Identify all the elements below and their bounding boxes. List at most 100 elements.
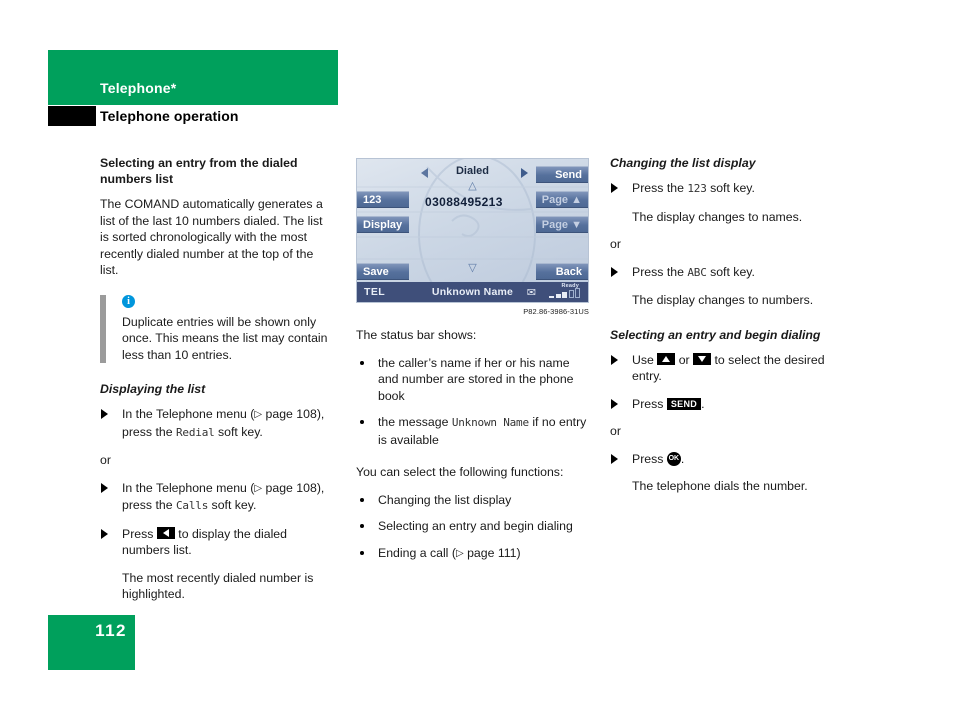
step-triangle-icon <box>611 354 618 365</box>
step-triangle-icon <box>611 266 618 277</box>
page-ref-triangle-icon: ▷ <box>254 409 263 420</box>
list-item-text-a: the message <box>378 415 452 429</box>
functions-lead: You can select the following functions: <box>356 465 564 479</box>
subheading-changing-list-display: Changing the list display <box>610 156 756 170</box>
subheading-displaying-the-list: Displaying the list <box>100 382 206 396</box>
column-right: Changing the list display Press the 123 … <box>610 155 850 506</box>
bullet-dot-icon <box>360 420 364 424</box>
section-title: Telephone operation <box>100 108 239 124</box>
step-text-b: soft key. <box>706 264 755 279</box>
intro-paragraph: The COMAND automatically generates a lis… <box>100 197 323 277</box>
step-text-a: Press <box>632 396 667 411</box>
status-bar-lead: The status bar shows: <box>356 328 477 342</box>
dialed-number-entry[interactable]: 03088495213 <box>425 195 503 209</box>
bullet-dot-icon <box>360 497 364 502</box>
step-press-send: Press SEND. <box>610 396 850 413</box>
display-status-bar: TEL Unknown Name ✉ Ready <box>357 282 588 302</box>
bullet-dot-icon <box>360 550 364 555</box>
step-press-123: Press the 123 soft key. <box>610 180 850 198</box>
comand-display-screenshot: Dialed △ ▽ 03088495213 123 Display Save … <box>356 158 589 303</box>
or-connector-2: or <box>610 237 621 251</box>
page-number: 112 <box>95 621 127 640</box>
page-ref: page 108 <box>265 480 317 495</box>
step-triangle-icon <box>101 528 108 539</box>
ok-key-icon <box>666 451 681 466</box>
page-footer-banner: 112 <box>48 615 135 670</box>
chapter-title: Telephone* <box>100 80 177 96</box>
step-text-b: . <box>701 396 705 411</box>
note-accent-bar <box>100 294 106 363</box>
softkey-name-calls: Calls <box>176 499 209 512</box>
note-text: Duplicate entries will be shown only onc… <box>122 314 328 362</box>
manual-page: Telephone* Telephone operation Selecting… <box>0 0 954 716</box>
softkey-save[interactable]: Save <box>357 263 409 280</box>
step-text-a: Use <box>632 352 658 367</box>
step-triangle-icon <box>611 183 618 193</box>
softkey-page-down[interactable]: Page ▼ <box>536 216 588 233</box>
column-left: Selecting an entry from the dialed numbe… <box>100 155 332 614</box>
page-ref: page 108 <box>265 407 317 421</box>
softkey-name-123: 123 <box>687 182 707 195</box>
softkey-name-abc: ABC <box>687 265 707 279</box>
step-result-dials: The telephone dials the number. <box>632 479 808 493</box>
section-marker-block <box>48 106 96 126</box>
page-title: Selecting an entry from the dialed numbe… <box>100 156 298 186</box>
softkey-123[interactable]: 123 <box>357 191 409 208</box>
up-arrow-key-icon <box>657 352 676 365</box>
step-text-a: Press <box>122 526 157 541</box>
subheading-selecting-entry-dialing: Selecting an entry and begin dialing <box>610 327 821 342</box>
step-text-a: Press <box>632 451 667 466</box>
softkey-name-redial: Redial <box>176 425 215 439</box>
step-text-b: soft key. <box>706 181 755 195</box>
step-result-highlighted: The most recently dialed number is highl… <box>122 570 314 602</box>
list-item: Changing the list display <box>356 492 588 509</box>
list-item: the message Unknown Name if no entry is … <box>356 414 588 448</box>
step-triangle-icon <box>101 409 108 419</box>
envelope-icon: ✉ <box>526 286 536 299</box>
down-arrow-key-icon <box>693 352 712 365</box>
signal-bars-icon <box>549 288 580 298</box>
step-text-a: In the Telephone menu ( <box>122 407 255 421</box>
step-text-b: . <box>680 451 685 466</box>
step-text-a: In the Telephone menu ( <box>122 480 255 495</box>
step-result-numbers: The display changes to numbers. <box>632 293 814 307</box>
step-press-ok: Press . <box>610 451 850 468</box>
list-item: Ending a call (▷ page 111) <box>356 545 588 563</box>
list-item-text: Selecting an entry and begin dialing <box>378 519 573 533</box>
page-ref-triangle-icon: ▷ <box>254 482 263 494</box>
step-triangle-icon <box>611 398 618 409</box>
figure-caption: P82.86-3986-31US <box>523 307 589 316</box>
next-list-triangle-icon[interactable] <box>521 168 528 178</box>
list-item-text-a: Ending a call ( <box>378 545 456 560</box>
list-item-text-b: ) <box>516 545 521 560</box>
softkey-back[interactable]: Back <box>536 263 588 280</box>
send-key-icon: SEND <box>666 397 702 410</box>
signal-indicator: Ready <box>543 283 583 301</box>
or-connector-3: or <box>610 424 621 438</box>
softkey-send[interactable]: Send <box>536 166 588 183</box>
step-text-a: Press the <box>632 264 688 279</box>
softkey-display[interactable]: Display <box>357 216 409 233</box>
step-result-names: The display changes to names. <box>632 209 803 224</box>
bullet-dot-icon <box>360 524 364 528</box>
page-ref: page 111 <box>467 545 517 560</box>
step-text-mid: or <box>675 352 694 367</box>
step-triangle-icon <box>611 453 618 464</box>
list-item-text: the caller’s name if her or his name and… <box>378 355 574 403</box>
list-item-text: Changing the list display <box>378 492 512 507</box>
step-use-arrows: Use or to select the desired entry. <box>610 352 850 385</box>
step-press-abc: Press the ABC soft key. <box>610 264 850 282</box>
info-icon <box>122 294 135 310</box>
page-ref-triangle-icon: ▷ <box>455 547 464 559</box>
list-item: Selecting an entry and begin dialing <box>356 518 588 535</box>
step-redial: In the Telephone menu (▷ page 108), pres… <box>100 406 332 441</box>
step-text-c: soft key. <box>208 498 257 512</box>
softkey-page-up[interactable]: Page ▲ <box>536 191 588 208</box>
step-press-left-arrow: Press to display the dialed numbers list… <box>100 526 332 559</box>
step-calls: In the Telephone menu (▷ page 108), pres… <box>100 480 332 515</box>
column-middle: The status bar shows: the caller’s name … <box>356 327 588 572</box>
left-arrow-key-icon <box>156 526 175 539</box>
step-triangle-icon <box>101 482 108 493</box>
prev-list-triangle-icon[interactable] <box>421 168 428 178</box>
step-text-a: Press the <box>632 181 688 195</box>
